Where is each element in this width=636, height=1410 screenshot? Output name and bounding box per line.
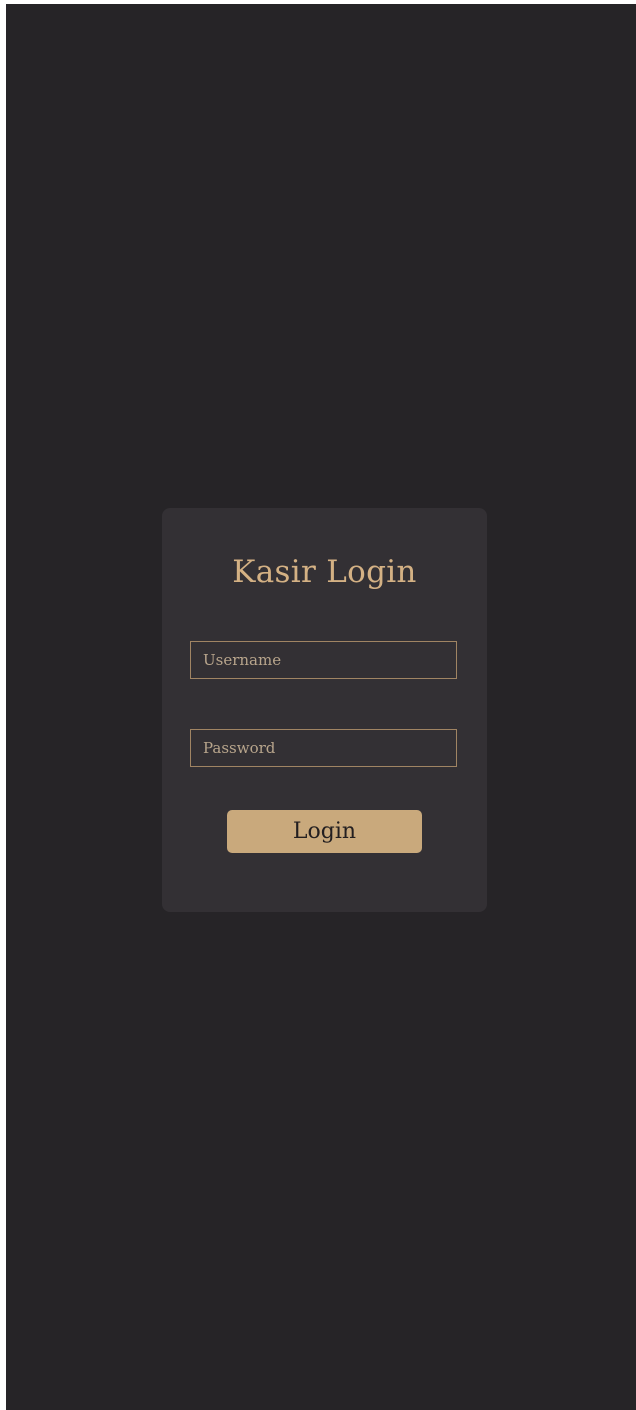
login-card: Kasir Login Login [162, 508, 487, 912]
login-title: Kasir Login [232, 554, 417, 590]
login-button[interactable]: Login [227, 810, 422, 853]
app-viewport: Kasir Login Login [6, 4, 636, 1410]
username-input[interactable] [190, 641, 457, 679]
password-input[interactable] [190, 729, 457, 767]
